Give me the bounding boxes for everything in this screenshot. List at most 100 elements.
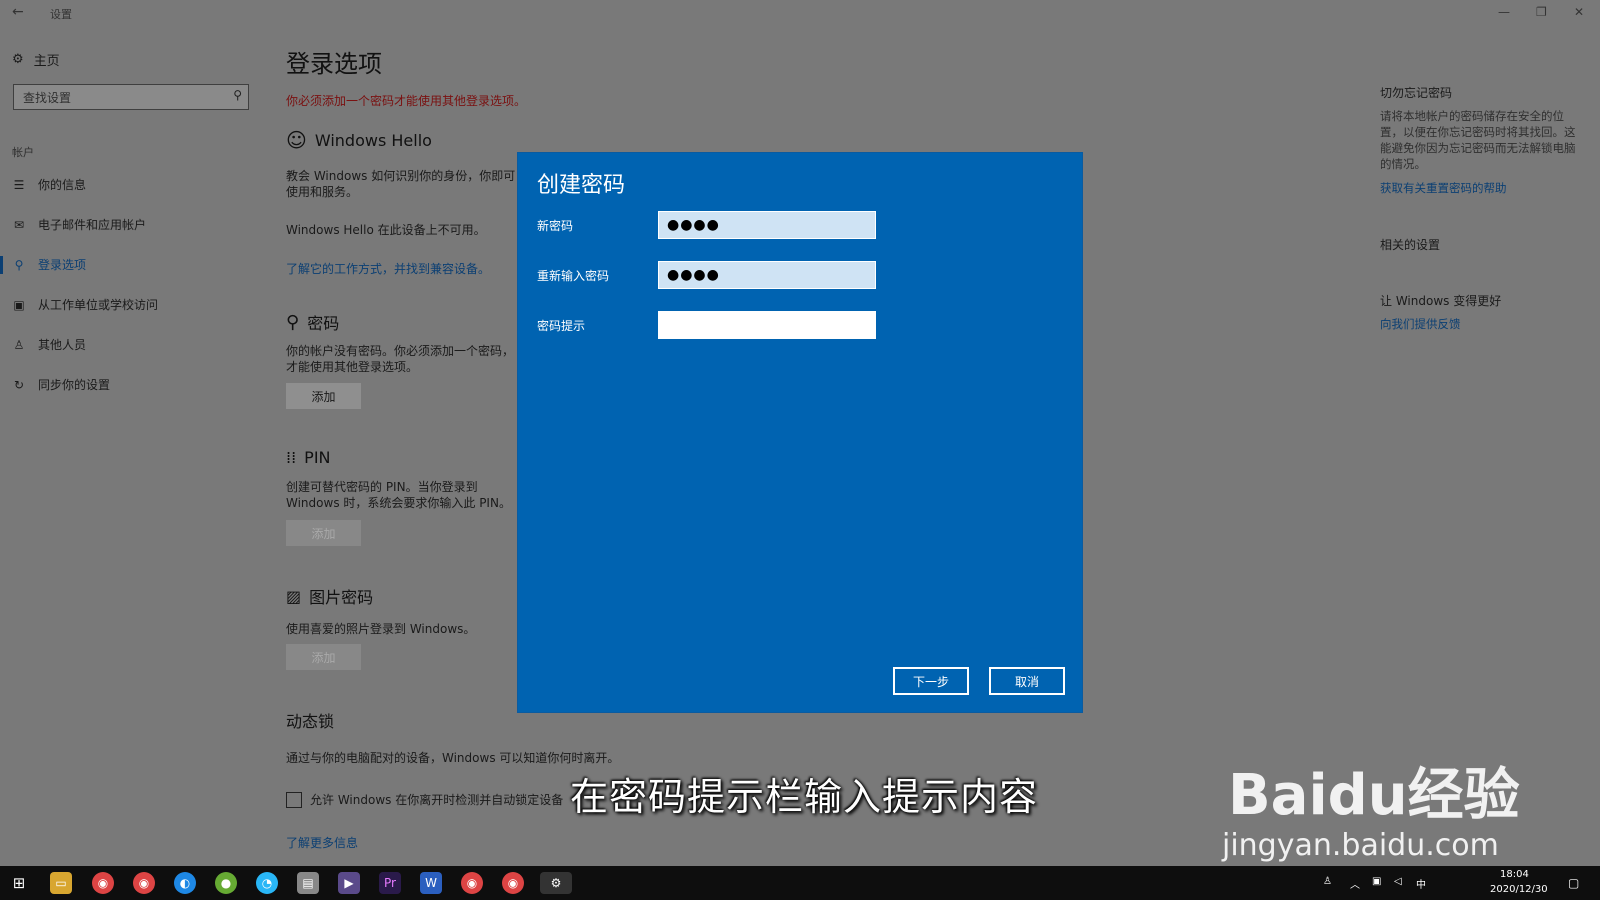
reenter-password-field[interactable] [658, 261, 876, 289]
sidebar-item-your-info[interactable]: ☰ 你的信息 [12, 176, 86, 193]
new-password-field[interactable] [658, 211, 876, 239]
search-box[interactable]: ⚲ [13, 84, 249, 111]
reenter-password-label: 重新输入密码 [537, 269, 610, 283]
chrome-icon[interactable]: ◉ [92, 872, 114, 894]
smiley-icon: ☺ [286, 128, 307, 152]
key-icon: ⚲ [14, 257, 24, 272]
chrome-icon[interactable]: ◉ [502, 872, 524, 894]
premiere-icon[interactable]: Pr [379, 872, 401, 894]
title-bar: ← 设置 — ❐ ✕ [0, 0, 1600, 26]
picture-icon: ▨ [286, 586, 302, 606]
video-caption: 在密码提示栏输入提示内容 [570, 775, 1039, 819]
chrome-icon[interactable]: ◉ [133, 872, 155, 894]
hello-learn-link[interactable]: 了解它的工作方式，并找到兼容设备。 [286, 260, 490, 277]
pin-description: 创建可替代密码的 PIN。当你登录到 Windows 时，系统会要求你输入此 P… [286, 480, 511, 510]
password-hint-field[interactable] [658, 311, 876, 339]
windows-start-icon[interactable]: ⊞ [8, 872, 30, 894]
notification-icon[interactable]: ▢ [1568, 876, 1579, 890]
clock-time[interactable]: 18:04 [1500, 869, 1529, 880]
sidebar-item-label: 从工作单位或学校访问 [38, 298, 159, 312]
key-icon: ⚲ [286, 311, 300, 333]
add-picture-password-button[interactable]: 添加 [286, 644, 361, 670]
dynamic-lock-description: 通过与你的电脑配对的设备，Windows 可以知道你何时离开。 [286, 751, 620, 765]
heading-text: PIN [304, 448, 331, 467]
ime-indicator[interactable]: 中 [1416, 876, 1426, 891]
person-icon: ♙ [13, 337, 25, 352]
make-windows-better-heading: 让 Windows 变得更好 [1380, 294, 1502, 308]
heading-text: 图片密码 [309, 588, 374, 607]
baidu-logo: Baidu经验 [1228, 763, 1520, 828]
edge-icon[interactable]: ◐ [174, 872, 196, 894]
restore-button[interactable]: ❐ [1536, 5, 1547, 19]
settings-taskbar-icon[interactable]: ⚙ [540, 872, 572, 894]
sidebar-item-other-people[interactable]: ♙ 其他人员 [12, 336, 86, 353]
create-password-dialog: 创建密码 新密码 重新输入密码 密码提示 下一步 取消 [517, 152, 1083, 713]
file-explorer-icon[interactable]: ▭ [50, 872, 72, 894]
minimize-button[interactable]: — [1498, 5, 1510, 19]
sidebar-item-sync[interactable]: ↻ 同步你的设置 [12, 376, 110, 393]
media-player-icon[interactable]: ▶ [338, 872, 360, 894]
app-icon[interactable]: ● [215, 872, 237, 894]
add-password-button[interactable]: 添加 [286, 383, 361, 409]
sidebar-item-label: 其他人员 [38, 338, 87, 352]
back-button[interactable]: ← [12, 4, 24, 20]
search-icon[interactable]: ⚲ [233, 88, 242, 102]
warning-text: 你必须添加一个密码才能使用其他登录选项。 [286, 94, 527, 108]
hello-unavailable: Windows Hello 在此设备上不可用。 [286, 223, 486, 237]
mail-icon: ✉ [13, 217, 25, 232]
hello-description: 教会 Windows 如何识别你的身份，你即可使用和服务。 [286, 169, 516, 199]
dynamic-lock-heading: 动态锁 [286, 712, 335, 731]
home-label: 主页 [33, 54, 60, 69]
qq-icon[interactable]: ◔ [256, 872, 278, 894]
sidebar-item-label: 电子邮件和应用帐户 [38, 218, 147, 232]
chevron-up-icon[interactable]: ︿ [1350, 876, 1360, 891]
forget-password-text: 请将本地帐户的密码储存在安全的位置，以便在你忘记密码时将其找回。这能避免你因为忘… [1380, 109, 1576, 171]
network-icon[interactable]: ▣ [1372, 876, 1381, 887]
briefcase-icon: ▣ [13, 297, 25, 312]
clock-date[interactable]: 2020/12/30 [1490, 884, 1548, 895]
dynamic-lock-checkbox[interactable] [286, 792, 302, 808]
gear-icon: ⚙ [12, 52, 24, 67]
dynamic-lock-checkbox-label: 允许 Windows 在你离开时检测并自动锁定设备 [310, 793, 564, 807]
sync-icon: ↻ [13, 377, 25, 392]
people-icon[interactable]: ♙ [1323, 876, 1332, 887]
search-input[interactable] [14, 85, 225, 111]
chrome-icon[interactable]: ◉ [461, 872, 483, 894]
heading-text: Windows Hello [314, 130, 432, 150]
picture-password-heading: ▨ 图片密码 [286, 584, 373, 608]
related-settings-heading: 相关的设置 [1380, 238, 1441, 252]
heading-text: 密码 [307, 314, 340, 333]
section-label-accounts: 帐户 [12, 146, 34, 159]
sidebar-item-sign-in-options[interactable]: ⚲ 登录选项 [12, 256, 86, 273]
forget-password-heading: 切勿忘记密码 [1380, 86, 1453, 100]
feedback-link[interactable]: 向我们提供反馈 [1380, 316, 1461, 332]
password-heading: ⚲ 密码 [286, 310, 339, 334]
taskbar: ⊞ ▭ ◉ ◉ ◐ ● ◔ ▤ ▶ Pr W ◉ ◉ ⚙ ♙ ︿ ▣ ◁ 中 1… [0, 866, 1600, 900]
sidebar-item-label: 你的信息 [38, 178, 87, 192]
windows-hello-heading: ☺ Windows Hello [286, 128, 432, 152]
learn-more-link[interactable]: 了解更多信息 [286, 834, 358, 851]
notepad-icon[interactable]: ▤ [297, 872, 319, 894]
close-button[interactable]: ✕ [1574, 5, 1584, 19]
baidu-url: jingyan.baidu.com [1222, 828, 1499, 863]
sidebar-item-label: 同步你的设置 [38, 378, 111, 392]
home-link[interactable]: ⚙ 主页 [12, 50, 60, 69]
new-password-label: 新密码 [537, 219, 574, 233]
cancel-button[interactable]: 取消 [989, 667, 1065, 695]
sidebar-item-work-school[interactable]: ▣ 从工作单位或学校访问 [12, 296, 158, 313]
page-title: 登录选项 [286, 50, 382, 78]
window-title: 设置 [50, 8, 72, 21]
sidebar-item-email-accounts[interactable]: ✉ 电子邮件和应用帐户 [12, 216, 146, 233]
sidebar-item-label: 登录选项 [38, 258, 87, 272]
pin-heading: ⁞⁞ PIN [286, 448, 331, 467]
active-indicator [0, 256, 3, 274]
word-icon[interactable]: W [420, 872, 442, 894]
reset-password-help-link[interactable]: 获取有关重置密码的帮助 [1380, 180, 1507, 196]
next-button[interactable]: 下一步 [893, 667, 969, 695]
add-pin-button[interactable]: 添加 [286, 520, 361, 546]
picture-description: 使用喜爱的照片登录到 Windows。 [286, 622, 476, 636]
volume-icon[interactable]: ◁ [1394, 876, 1402, 887]
password-hint-label: 密码提示 [537, 319, 586, 333]
password-description: 你的帐户没有密码。你必须添加一个密码，才能使用其他登录选项。 [286, 344, 515, 374]
person-list-icon: ☰ [13, 177, 25, 192]
